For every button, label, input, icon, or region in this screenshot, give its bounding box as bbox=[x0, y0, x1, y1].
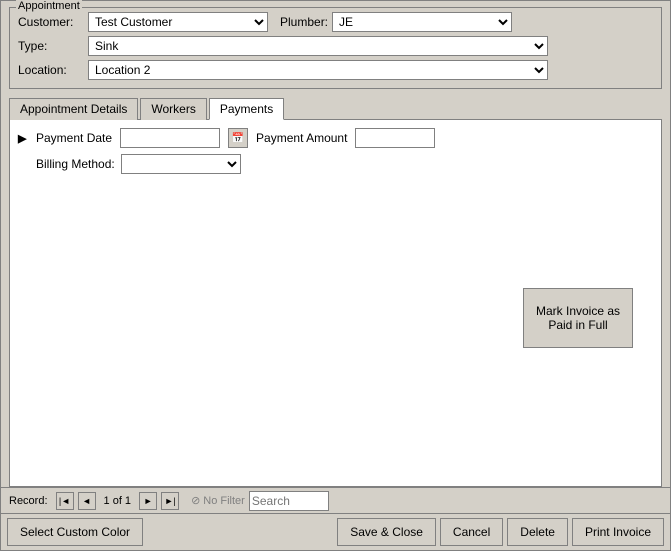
nav-last-button[interactable]: ►| bbox=[161, 492, 179, 510]
customer-row: Customer: Test Customer Plumber: JE bbox=[18, 12, 653, 32]
nav-first-button[interactable]: |◄ bbox=[56, 492, 74, 510]
record-label: Record: bbox=[9, 495, 48, 507]
customer-label: Customer: bbox=[18, 15, 88, 29]
delete-button[interactable]: Delete bbox=[507, 518, 568, 546]
payments-inner: Payment Date 📅 Payment Amount Billing Me… bbox=[36, 128, 653, 478]
cancel-button[interactable]: Cancel bbox=[440, 518, 503, 546]
calendar-button[interactable]: 📅 bbox=[228, 128, 248, 148]
no-filter-button[interactable]: ⊘ No Filter bbox=[191, 494, 245, 507]
tab-appointment-details[interactable]: Appointment Details bbox=[9, 98, 138, 120]
record-nav-arrow: ▶ bbox=[18, 132, 26, 145]
type-label: Type: bbox=[18, 39, 88, 53]
tab-workers[interactable]: Workers bbox=[140, 98, 206, 120]
billing-method-row: Billing Method: bbox=[36, 154, 653, 174]
main-window: Appointment Customer: Test Customer Plum… bbox=[0, 0, 671, 551]
payment-amount-input[interactable] bbox=[355, 128, 435, 148]
type-row: Type: Sink bbox=[18, 36, 653, 56]
no-filter-label: No Filter bbox=[203, 495, 245, 507]
payments-area: ▶ Payment Date 📅 Payment Amount Billing … bbox=[18, 128, 653, 478]
appointment-group: Appointment Customer: Test Customer Plum… bbox=[9, 7, 662, 89]
location-select[interactable]: Location 2 bbox=[88, 60, 548, 80]
select-custom-color-button[interactable]: Select Custom Color bbox=[7, 518, 143, 546]
payment-date-label: Payment Date bbox=[36, 131, 112, 145]
plumber-label: Plumber: bbox=[280, 15, 328, 29]
nav-prev-button[interactable]: ◄ bbox=[78, 492, 96, 510]
payment-date-input[interactable] bbox=[120, 128, 220, 148]
billing-method-label: Billing Method: bbox=[36, 157, 115, 171]
no-filter-icon: ⊘ bbox=[191, 494, 200, 507]
tabs-bar: Appointment Details Workers Payments bbox=[9, 97, 662, 120]
group-label: Appointment bbox=[16, 0, 82, 12]
customer-select[interactable]: Test Customer bbox=[88, 12, 268, 32]
print-invoice-button[interactable]: Print Invoice bbox=[572, 518, 664, 546]
location-label: Location: bbox=[18, 63, 88, 77]
search-input[interactable] bbox=[249, 491, 329, 511]
billing-method-select[interactable] bbox=[121, 154, 241, 174]
payment-amount-label: Payment Amount bbox=[256, 131, 347, 145]
save-close-button[interactable]: Save & Close bbox=[337, 518, 436, 546]
location-row: Location: Location 2 bbox=[18, 60, 653, 80]
mark-invoice-button[interactable]: Mark Invoice as Paid in Full bbox=[523, 288, 633, 348]
tab-payments[interactable]: Payments bbox=[209, 98, 284, 120]
bottom-toolbar: Select Custom Color Save & Close Cancel … bbox=[1, 513, 670, 550]
payment-date-amount-row: Payment Date 📅 Payment Amount bbox=[36, 128, 653, 148]
plumber-select[interactable]: JE bbox=[332, 12, 512, 32]
tab-content-payments: ▶ Payment Date 📅 Payment Amount Billing … bbox=[9, 120, 662, 487]
type-select[interactable]: Sink bbox=[88, 36, 548, 56]
record-nav-bar: Record: |◄ ◄ 1 of 1 ► ►| ⊘ No Filter bbox=[1, 487, 670, 513]
record-count: 1 of 1 bbox=[104, 495, 132, 507]
nav-next-button[interactable]: ► bbox=[139, 492, 157, 510]
